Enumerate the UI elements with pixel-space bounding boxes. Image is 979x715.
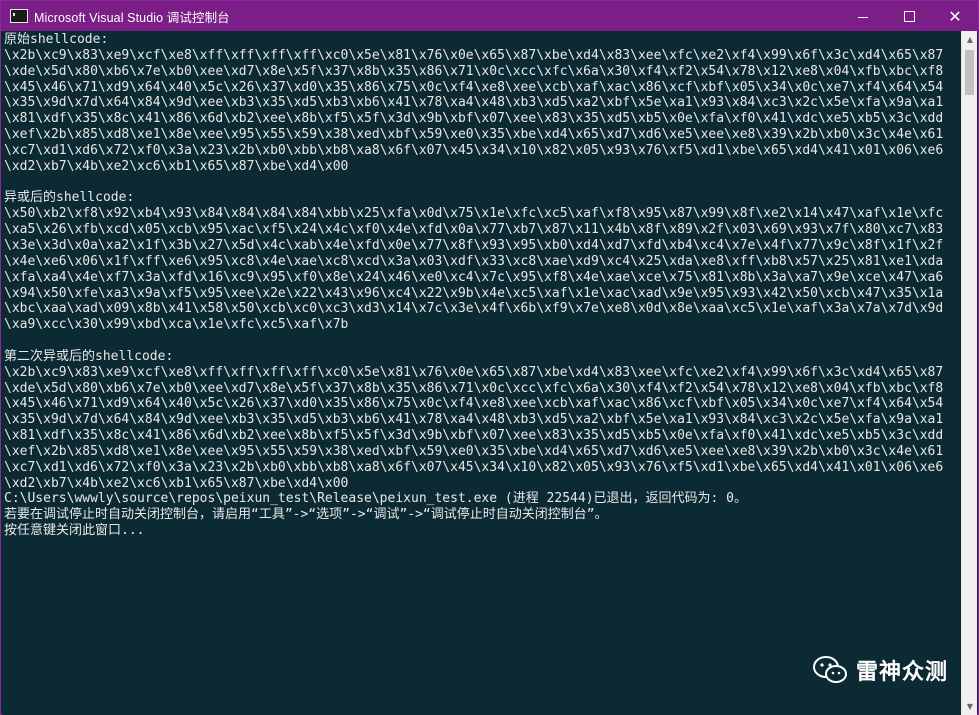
maximize-icon: [903, 10, 915, 22]
watermark: 雷神众测: [812, 654, 948, 686]
minimize-button[interactable]: [840, 1, 886, 31]
close-button[interactable]: ✕: [932, 1, 978, 31]
console-line: 原始shellcode:: [4, 32, 109, 47]
console-line: C:\Users\wwwly\source\repos\peixun_test\…: [4, 491, 747, 507]
console-line: \x35\x9d\x7d\x64\x84\x9d\xee\xb3\x35\xd5…: [4, 95, 944, 111]
console-line: \x3e\x3d\x0a\xa2\x1f\x3b\x27\x5d\x4c\xab…: [4, 237, 944, 253]
console-line: \x50\xb2\xf8\x92\xb4\x93\x84\x84\x84\x84…: [4, 206, 944, 222]
console-line: \xa5\x26\xfb\xcd\x05\xcb\x95\xac\xf5\x24…: [4, 222, 944, 238]
console-line: \x2b\xc9\x83\xe9\xcf\xe8\xff\xff\xff\xff…: [4, 364, 944, 380]
console-line: \x35\x9d\x7d\x64\x84\x9d\xee\xb3\x35\xd5…: [4, 412, 944, 428]
console-line: \xde\x5d\x80\xb6\x7e\xb0\xee\xd7\x8e\x5f…: [4, 63, 944, 79]
console-line: \x94\x50\xfe\xa3\x9a\xf5\x95\xee\x2e\x22…: [4, 285, 944, 301]
console-line: \xc7\xd1\xd6\x72\xf0\x3a\x23\x2b\xb0\xbb…: [4, 142, 944, 158]
console-line: \x81\xdf\x35\x8c\x41\x86\x6d\xb2\xee\x8b…: [4, 111, 944, 127]
console-line: \x4e\xe6\x06\x1f\xff\xe6\x95\xc8\x4e\xae…: [4, 253, 944, 269]
wechat-icon: [812, 656, 847, 683]
console-output[interactable]: 原始shellcode: \x2b\xc9\x83\xe9\xcf\xe8\xff…: [2, 31, 963, 715]
console-line: \x2b\xc9\x83\xe9\xcf\xe8\xff\xff\xff\xff…: [4, 47, 944, 63]
console-line: \xfa\xa4\x4e\xf7\x3a\xfd\x16\xc9\x95\xf0…: [4, 269, 944, 285]
console-line: \x45\x46\x71\xd9\x64\x40\x5c\x26\x37\xd0…: [4, 396, 944, 412]
console-line: \xd2\xb7\x4b\xe2\xc6\xb1\x65\x87\xbe\xd4…: [4, 158, 349, 174]
console-line: 若要在调试停止时自动关闭控制台，请启用“工具”->“选项”->“调试”->“调试…: [4, 507, 608, 523]
scroll-down-arrow-icon[interactable]: ▼: [962, 698, 978, 715]
vertical-scrollbar[interactable]: ▲ ▼: [961, 31, 977, 715]
console-line: \xef\x2b\x85\xd8\xe1\x8e\xee\x95\x55\x59…: [4, 127, 944, 143]
console-line: 按任意键关闭此窗口...: [4, 523, 145, 539]
scrollbar-thumb[interactable]: [965, 50, 974, 95]
console-line: 异或后的shellcode:: [4, 190, 135, 206]
console-window: Microsoft Visual Studio 调试控制台 ✕ 原始shellc…: [0, 0, 979, 715]
console-line: 第二次异或后的shellcode:: [4, 348, 174, 364]
console-line: \xc7\xd1\xd6\x72\xf0\x3a\x23\x2b\xb0\xbb…: [4, 459, 944, 475]
maximize-button[interactable]: [886, 1, 932, 31]
console-app-icon: [10, 9, 28, 23]
console-line: \x45\x46\x71\xd9\x64\x40\x5c\x26\x37\xd0…: [4, 79, 944, 95]
watermark-text: 雷神众测: [855, 660, 948, 685]
console-line: \x81\xdf\x35\x8c\x41\x86\x6d\xb2\xee\x8b…: [4, 428, 944, 444]
console-line: \xa9\xcc\x30\x99\xbd\xca\x1e\xfc\xc5\xaf…: [4, 317, 349, 333]
console-line: \xde\x5d\x80\xb6\x7e\xb0\xee\xd7\x8e\x5f…: [4, 380, 944, 396]
window-controls: ✕: [840, 1, 978, 31]
scroll-up-arrow-icon[interactable]: ▲: [962, 31, 978, 48]
console-line: \xd2\xb7\x4b\xe2\xc6\xb1\x65\x87\xbe\xd4…: [4, 475, 349, 491]
window-title: Microsoft Visual Studio 调试控制台: [34, 10, 230, 25]
minimize-icon: [858, 16, 868, 18]
console-line: \xbc\xaa\xad\x09\x8b\x41\x58\x50\xcb\xc0…: [4, 301, 944, 317]
console-line: \xef\x2b\x85\xd8\xe1\x8e\xee\x95\x55\x59…: [4, 443, 944, 459]
title-bar[interactable]: Microsoft Visual Studio 调试控制台 ✕: [1, 1, 978, 31]
close-icon: ✕: [948, 6, 962, 26]
